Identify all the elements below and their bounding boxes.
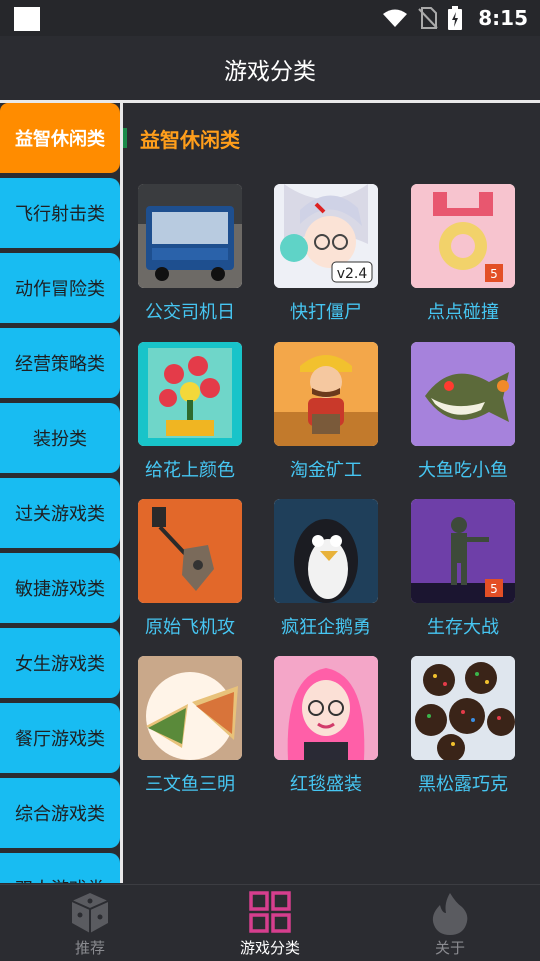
nav-recommend[interactable]: 推荐	[30, 885, 150, 961]
nav-label: 游戏分类	[239, 939, 300, 957]
notification-icon	[14, 7, 40, 31]
sidebar-item-two-player-games[interactable]: 双人游戏类	[0, 853, 120, 883]
sidebar-item-puzzle-casual[interactable]: 益智休闲类	[0, 103, 120, 173]
bottom-navigation: 推荐 游戏分类 关于	[0, 884, 540, 961]
game-thumbnail[interactable]: 5	[411, 499, 515, 603]
sidebar-item-label: 动作冒险类	[15, 279, 105, 300]
game-name: 生存大战	[427, 617, 499, 638]
game-name: 疯狂企鹅勇	[281, 617, 371, 638]
game-thumbnail[interactable]: v2.4	[274, 184, 378, 288]
game-thumbnail[interactable]	[274, 342, 378, 446]
sidebar-item-label: 益智休闲类	[15, 129, 105, 150]
clock: 8:15	[478, 6, 528, 30]
sidebar-item-dress-up[interactable]: 装扮类	[0, 403, 120, 473]
sidebar-item-label: 敏捷游戏类	[15, 579, 105, 600]
game-name: 淘金矿工	[290, 460, 362, 481]
nav-label: 推荐	[74, 939, 105, 957]
sidebar-item-label: 女生游戏类	[15, 654, 105, 675]
status-bar: 8:15	[0, 0, 540, 36]
game-name: 给花上颜色	[145, 460, 235, 481]
sidebar-item-level-games[interactable]: 过关游戏类	[0, 478, 120, 548]
nav-label: 关于	[434, 939, 465, 957]
sidebar-item-general-games[interactable]: 综合游戏类	[0, 778, 120, 848]
nav-about[interactable]: 关于	[390, 885, 510, 961]
sidebar-item-agility-games[interactable]: 敏捷游戏类	[0, 553, 120, 623]
sidebar-item-label: 过关游戏类	[15, 504, 105, 525]
game-name: 公交司机日	[145, 302, 235, 323]
game-card-survival-war[interactable]: 5 生存大战	[411, 499, 515, 639]
category-title: 益智休闲类	[140, 128, 240, 152]
grid-icon	[249, 891, 291, 933]
sidebar-item-label: 双人游戏类	[15, 875, 105, 883]
category-title-marker	[123, 128, 127, 148]
nav-game-category[interactable]: 游戏分类	[210, 885, 330, 961]
game-name: 红毯盛装	[290, 774, 362, 795]
battery-charging-icon	[448, 6, 463, 30]
game-name: 大鱼吃小鱼	[418, 460, 508, 481]
game-card-salmon-sandwich[interactable]: 三文鱼三明	[138, 656, 242, 796]
game-card-primitive-plane[interactable]: 原始飞机攻	[138, 499, 242, 639]
app-header: 游戏分类	[0, 36, 540, 103]
game-thumbnail[interactable]	[138, 184, 242, 288]
game-card-red-carpet[interactable]: 红毯盛装	[274, 656, 378, 796]
game-card-bus-driver[interactable]: 公交司机日	[138, 184, 242, 324]
sidebar-item-label: 综合游戏类	[15, 804, 105, 825]
sidebar-item-restaurant-games[interactable]: 餐厅游戏类	[0, 703, 120, 773]
sidebar-item-label: 餐厅游戏类	[15, 729, 105, 750]
page-title: 游戏分类	[224, 59, 316, 85]
game-card-truffle-chocolate[interactable]: 黑松露巧克	[411, 656, 515, 796]
game-card-big-fish[interactable]: 大鱼吃小鱼	[411, 342, 515, 482]
game-thumbnail[interactable]	[138, 656, 242, 760]
game-name: 三文鱼三明	[145, 774, 235, 795]
sidebar-item-management-strategy[interactable]: 经营策略类	[0, 328, 120, 398]
game-thumbnail[interactable]	[138, 499, 242, 603]
sidebar-item-girl-games[interactable]: 女生游戏类	[0, 628, 120, 698]
no-sim-icon	[418, 7, 438, 29]
game-name: 快打僵尸	[290, 302, 362, 323]
sidebar-divider	[120, 103, 123, 883]
game-name: 黑松露巧克	[418, 774, 508, 795]
game-name: 原始飞机攻	[145, 617, 235, 638]
sidebar-item-action-adventure[interactable]: 动作冒险类	[0, 253, 120, 323]
game-thumbnail[interactable]	[411, 342, 515, 446]
wifi-icon	[383, 9, 408, 27]
sidebar-item-label: 经营策略类	[15, 354, 105, 375]
sidebar-item-label: 飞行射击类	[15, 204, 105, 225]
flame-icon	[432, 893, 468, 935]
game-card-dot-collision[interactable]: 5 点点碰撞	[411, 184, 515, 324]
game-card-crazy-penguin[interactable]: 疯狂企鹅勇	[274, 499, 378, 639]
sidebar-item-label: 装扮类	[33, 429, 87, 450]
game-card-color-flowers[interactable]: 给花上颜色	[138, 342, 242, 482]
status-icons: 8:15	[382, 6, 528, 30]
game-thumbnail[interactable]	[274, 499, 378, 603]
game-name: 点点碰撞	[427, 302, 499, 323]
game-thumbnail[interactable]	[411, 656, 515, 760]
version-badge: v2.4	[337, 266, 368, 282]
category-sidebar[interactable]: 益智休闲类 飞行射击类 动作冒险类 经营策略类 装扮类 过关游戏类 敏捷游戏类 …	[0, 103, 122, 883]
sidebar-item-flying-shooting[interactable]: 飞行射击类	[0, 178, 120, 248]
game-card-zombie-fight[interactable]: v2.4 快打僵尸	[274, 184, 378, 324]
game-thumbnail[interactable]	[138, 342, 242, 446]
game-thumbnail[interactable]: 5	[411, 184, 515, 288]
game-card-gold-miner[interactable]: 淘金矿工	[274, 342, 378, 482]
html5-badge: 5	[490, 582, 498, 596]
game-thumbnail[interactable]	[274, 656, 378, 760]
dice-icon	[71, 893, 109, 933]
html5-badge: 5	[490, 267, 498, 281]
